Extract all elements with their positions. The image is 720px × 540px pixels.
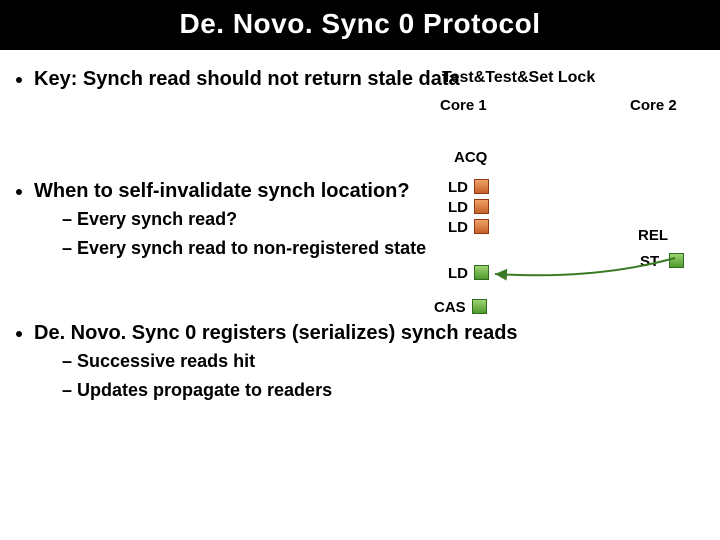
op-ld-4-text: LD	[448, 265, 468, 282]
label-core-2: Core 2	[630, 96, 677, 116]
label-core-1: Core 1	[440, 96, 487, 116]
label-acq: ACQ	[454, 148, 487, 168]
op-ld-2: LD	[448, 198, 489, 218]
op-ld-1: LD	[448, 178, 489, 198]
ld-box-icon	[474, 219, 489, 234]
bullet-group-key: Key: Synch read should not return stale …	[0, 66, 720, 98]
bullet-key: Key: Synch read should not return stale …	[34, 66, 474, 92]
bullet-group-reg: De. Novo. Sync 0 registers (serializes) …	[0, 320, 720, 409]
label-test-test-set-lock: Test&Test&Set Lock	[442, 68, 595, 89]
sub-every-read: Every synch read?	[62, 208, 494, 231]
ld-box-icon	[474, 199, 489, 214]
bullet-group-when: When to self-invalidate synch location? …	[0, 178, 720, 267]
op-cas: CAS	[434, 298, 487, 318]
bullet-when: When to self-invalidate synch location? …	[34, 178, 494, 261]
bullet-reg: De. Novo. Sync 0 registers (serializes) …	[34, 320, 684, 403]
cas-box-icon	[472, 299, 487, 314]
op-ld-3-text: LD	[448, 219, 468, 236]
op-ld-3: LD	[448, 218, 489, 238]
op-ld-4: LD	[448, 264, 489, 284]
bullet-when-sublist: Every synch read? Every synch read to no…	[34, 208, 494, 261]
sub-updates-propagate: Updates propagate to readers	[62, 379, 684, 402]
bullet-reg-text: De. Novo. Sync 0 registers (serializes) …	[34, 322, 518, 344]
label-st: ST	[640, 252, 684, 272]
title-text: De. Novo. Sync 0 Protocol	[179, 8, 540, 39]
ld-box-icon	[474, 179, 489, 194]
bullet-reg-sublist: Successive reads hit Updates propagate t…	[34, 350, 684, 403]
bullet-key-text: Key: Synch read should not return stale …	[34, 68, 460, 90]
sub-successive-hit: Successive reads hit	[62, 350, 684, 373]
sub-every-read-nonreg: Every synch read to non-registered state	[62, 237, 494, 260]
op-ld-1-text: LD	[448, 179, 468, 196]
op-cas-text: CAS	[434, 299, 466, 316]
st-box-icon	[669, 253, 684, 268]
ld-box-green-icon	[474, 265, 489, 280]
slide-title: De. Novo. Sync 0 Protocol	[0, 0, 720, 50]
op-ld-2-text: LD	[448, 199, 468, 216]
bullet-when-text: When to self-invalidate synch location?	[34, 180, 410, 202]
label-rel: REL	[638, 226, 668, 246]
label-st-text: ST	[640, 253, 659, 270]
